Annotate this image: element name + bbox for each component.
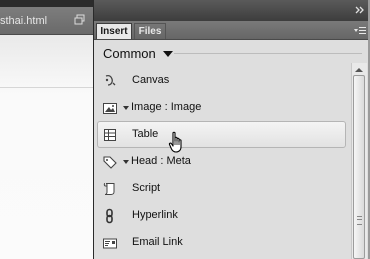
- panel-menu-icon[interactable]: [353, 26, 366, 35]
- script-icon: [103, 183, 115, 195]
- chevron-down-icon[interactable]: [123, 160, 129, 164]
- insert-item-label: Canvas: [132, 74, 170, 86]
- grip-icon: [357, 216, 362, 225]
- insert-item-label: Image : Image: [131, 101, 202, 113]
- document-tab-bar: sthai.html: [0, 7, 93, 35]
- divider: [0, 87, 93, 88]
- insert-item-head[interactable]: Head : Meta: [94, 148, 349, 175]
- image-icon: [103, 103, 117, 114]
- insert-item-label: Email Link: [132, 236, 183, 248]
- dropdown-arrow-icon[interactable]: [163, 51, 173, 57]
- email-link-icon: [103, 238, 117, 249]
- panel-titlebar: [94, 0, 369, 21]
- tag-icon: [103, 156, 117, 169]
- insert-item-hyperlink[interactable]: Hyperlink: [94, 202, 349, 229]
- insert-item-label: Table: [132, 128, 159, 140]
- insert-item-list: Canvas Image : Image Table Head: Meta S…: [94, 67, 349, 259]
- document-tab[interactable]: sthai.html: [0, 15, 47, 27]
- document-area: sthai.html: [0, 0, 93, 259]
- hyperlink-icon: [106, 208, 113, 224]
- insert-item-label: Hyperlink: [132, 209, 178, 221]
- application-bar: [0, 0, 93, 7]
- chevron-down-icon[interactable]: [123, 106, 129, 110]
- hand-pointer-icon: [168, 131, 182, 153]
- table-icon: [104, 129, 116, 141]
- tab-files[interactable]: Files: [134, 23, 166, 39]
- vertical-scrollbar[interactable]: [351, 63, 367, 259]
- insert-item-image[interactable]: Image : Image: [94, 94, 349, 121]
- insert-item-label: Script: [132, 182, 161, 194]
- canvas-icon: [105, 74, 116, 86]
- divider: [174, 53, 362, 54]
- insert-panel: Insert Files Common Canvas Image: Image…: [93, 0, 369, 259]
- document-canvas: [0, 35, 93, 259]
- double-chevron-right-icon[interactable]: [355, 6, 365, 14]
- scroll-up-icon[interactable]: [355, 68, 363, 72]
- panel-tab-bar: Insert Files: [94, 21, 369, 40]
- scrollbar-thumb[interactable]: [353, 75, 365, 259]
- category-label[interactable]: Common: [103, 46, 156, 61]
- insert-item-label: Head : Meta: [131, 155, 191, 167]
- insert-item-email-link[interactable]: Email Link: [94, 229, 349, 256]
- insert-item-canvas[interactable]: Canvas: [94, 67, 349, 94]
- window-restore-icon[interactable]: [74, 14, 85, 25]
- insert-item-script[interactable]: Script: [94, 175, 349, 202]
- category-selector[interactable]: Common: [94, 40, 369, 66]
- tab-insert[interactable]: Insert: [96, 23, 132, 39]
- insert-item-table[interactable]: Table: [94, 121, 349, 148]
